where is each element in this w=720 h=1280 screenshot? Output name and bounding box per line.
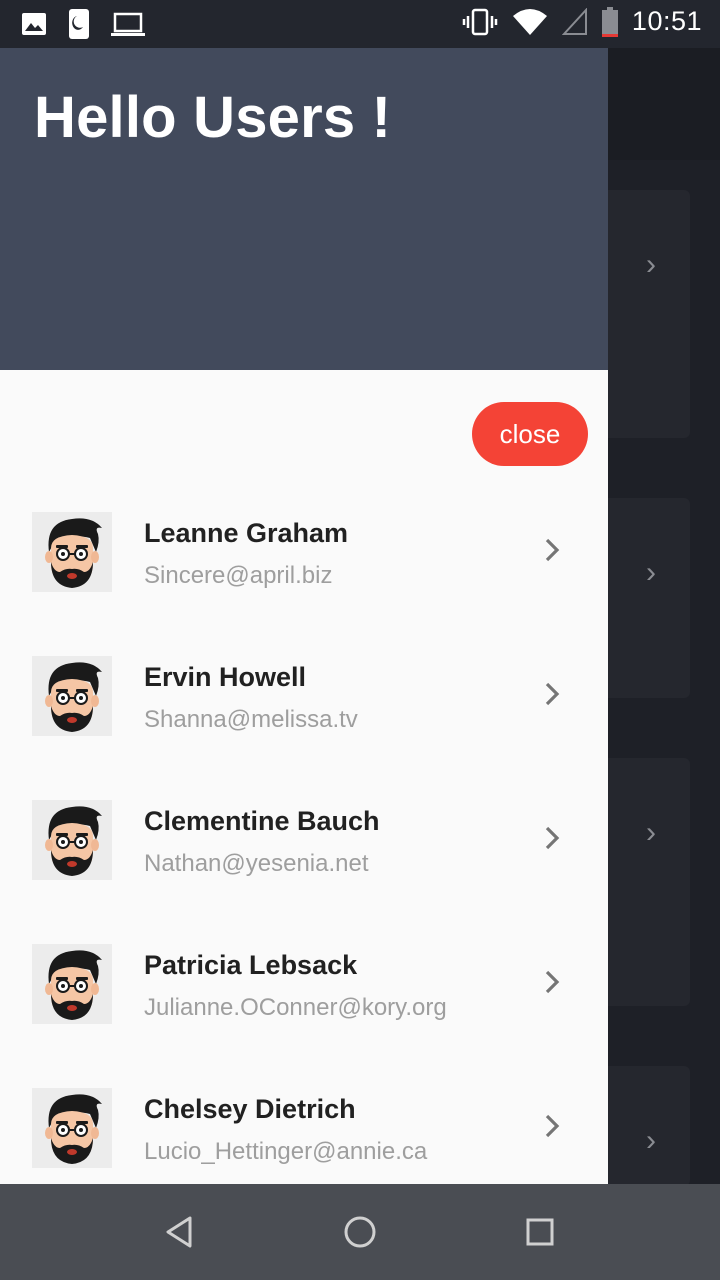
user-email: Sincere@april.biz [144, 562, 333, 589]
chevron-right-icon [545, 826, 560, 850]
system-nav-bar [0, 1184, 720, 1280]
user-list-item[interactable]: Leanne Graham Sincere@april.biz [0, 488, 608, 632]
recents-icon[interactable] [520, 1212, 560, 1252]
image-icon [22, 13, 46, 35]
avatar [32, 656, 112, 736]
chevron-right-icon [545, 682, 560, 706]
avatar [32, 512, 112, 592]
chevron-right-icon [545, 538, 560, 562]
avatar [32, 800, 112, 880]
chevron-right-icon: › [646, 556, 656, 589]
sim-card-icon [69, 9, 89, 39]
chevron-right-icon [545, 970, 560, 994]
avatar [32, 1088, 112, 1168]
chevron-right-icon: › [646, 1124, 656, 1157]
close-button[interactable]: close [472, 402, 588, 466]
user-email: Shanna@melissa.tv [144, 706, 358, 733]
system-icons: 10:51 [462, 6, 702, 37]
back-icon[interactable] [160, 1212, 200, 1252]
status-bar: 10:51 [0, 0, 720, 48]
chevron-right-icon: › [646, 248, 656, 281]
battery-icon [601, 6, 618, 37]
user-list-item[interactable]: Chelsey Dietrich Lucio_Hettinger@annie.c… [0, 1064, 608, 1184]
signal-icon [561, 7, 587, 35]
user-email: Lucio_Hettinger@annie.ca [144, 1138, 428, 1165]
navigation-drawer: Hello Users ! close Leanne Graham Sincer… [0, 48, 608, 1184]
user-list-item[interactable]: Ervin Howell Shanna@melissa.tv [0, 632, 608, 776]
user-email: Julianne.OConner@kory.org [144, 994, 447, 1021]
user-name: Ervin Howell [144, 662, 307, 692]
avatar [32, 944, 112, 1024]
user-name: Chelsey Dietrich [144, 1094, 356, 1124]
user-email: Nathan@yesenia.net [144, 850, 369, 877]
user-list-item[interactable]: Clementine Bauch Nathan@yesenia.net [0, 776, 608, 920]
user-list-item[interactable]: Patricia Lebsack Julianne.OConner@kory.o… [0, 920, 608, 1064]
notification-icons [20, 8, 146, 40]
drawer-title: Hello Users ! [34, 85, 392, 150]
laptop-icon [111, 12, 145, 36]
home-icon[interactable] [340, 1212, 380, 1252]
clock: 10:51 [631, 6, 702, 36]
wifi-icon [512, 8, 547, 35]
background-app-bar [608, 48, 720, 160]
vibrate-icon [462, 8, 498, 35]
user-list: Leanne Graham Sincere@april.biz Ervin Ho… [0, 488, 608, 1184]
user-name: Clementine Bauch [144, 806, 380, 836]
chevron-right-icon: › [646, 816, 656, 849]
user-name: Leanne Graham [144, 518, 349, 548]
chevron-right-icon [545, 1114, 560, 1138]
drawer-header: Hello Users ! [0, 48, 608, 370]
user-name: Patricia Lebsack [144, 950, 358, 980]
